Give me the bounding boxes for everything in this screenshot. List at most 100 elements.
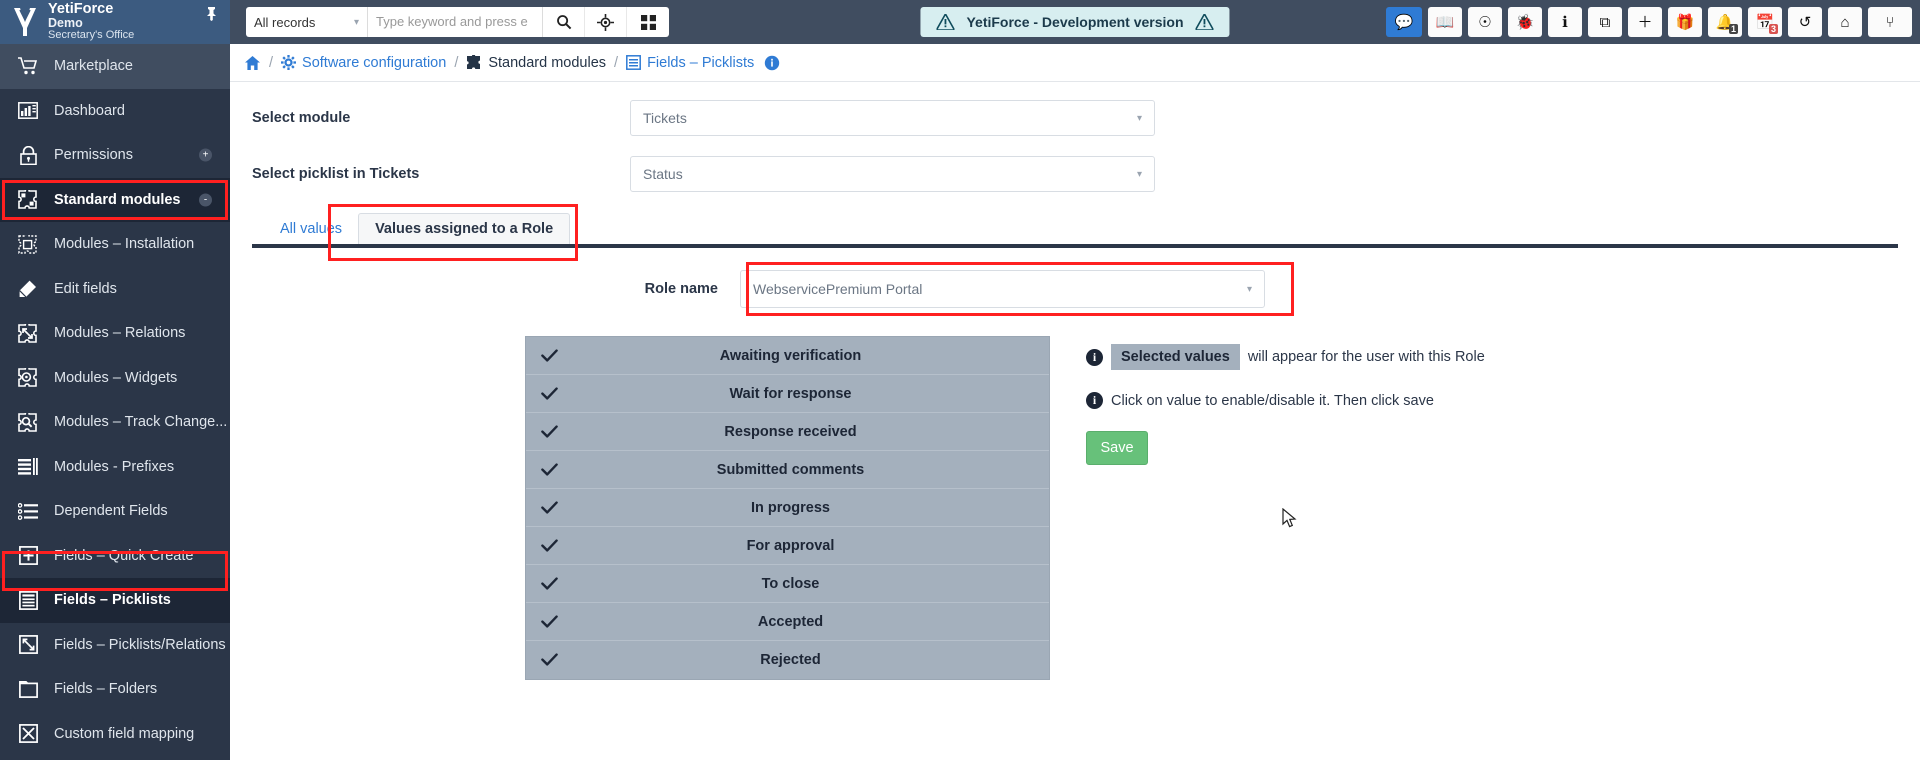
sidebar-item-label: Dependent Fields	[54, 503, 168, 520]
sidebar-item-badge[interactable]: -	[199, 193, 212, 207]
plus-square-icon	[12, 546, 44, 566]
selected-values-chip: Selected values	[1111, 344, 1240, 370]
add-plus-icon-glyph: ＋	[1637, 13, 1653, 31]
picklist-value-row[interactable]: Submitted comments	[526, 451, 1049, 489]
picklist-value-row[interactable]: To close	[526, 565, 1049, 603]
sidebar-item-permissions[interactable]: Permissions +	[0, 133, 230, 178]
list-prefix-icon	[12, 458, 44, 476]
sidebar-item-modules-installation[interactable]: Modules – Installation	[0, 222, 230, 267]
sidebar-item-dashboard[interactable]: Dashboard	[0, 89, 230, 134]
bug-icon[interactable]: 🐞	[1508, 7, 1542, 37]
picklist-value-label: To close	[761, 575, 820, 592]
gift-icon[interactable]: 🎁	[1668, 7, 1702, 37]
puzzle-icon	[12, 190, 44, 210]
sidebar-item-modules-prefixes[interactable]: Modules - Prefixes	[0, 445, 230, 490]
picklist-value-label: In progress	[751, 499, 830, 516]
tab-values-assigned-to-a-role[interactable]: Values assigned to a Role	[358, 213, 571, 244]
sidebar-item-marketplace[interactable]: Marketplace	[0, 44, 230, 89]
picklist-value-row[interactable]: Rejected	[526, 641, 1049, 679]
history-clock-icon[interactable]: ↺	[1788, 7, 1822, 37]
sidebar-item-fields-picklists-relations[interactable]: Fields – Picklists/Relations	[0, 623, 230, 668]
copy-clipboard-icon[interactable]: ⧉	[1588, 7, 1622, 37]
sidebar-item-standard-modules[interactable]: Standard modules -	[0, 177, 230, 222]
sidebar-item-label: Dashboard	[54, 102, 125, 119]
picklist-value-label: Rejected	[760, 652, 821, 668]
sidebar-item-fields-folders[interactable]: Fields – Folders	[0, 667, 230, 712]
select-module-label: Select module	[252, 110, 351, 126]
lifebuoy-support-icon-glyph: ☉	[1478, 13, 1492, 31]
home-icon[interactable]: ⌂	[1828, 7, 1862, 37]
role-name-row: Role name WebservicePremium Portal ▾	[230, 262, 1920, 316]
pin-icon[interactable]	[205, 6, 218, 21]
breadcrumb-item-software-configuration[interactable]: Software configuration	[281, 55, 446, 71]
breadcrumb-separator-1: /	[269, 54, 274, 71]
breadcrumb-item-standard-modules[interactable]: Standard modules	[466, 55, 606, 71]
chat-icon[interactable]: 💬	[1386, 7, 1422, 37]
sidebar-item-edit-fields[interactable]: Edit fields	[0, 267, 230, 312]
lifebuoy-support-icon[interactable]: ☉	[1468, 7, 1502, 37]
picklist-value-label: For approval	[746, 537, 835, 554]
sidebar-item-fields-picklists[interactable]: Fields – Picklists	[0, 578, 230, 623]
role-name-dropdown[interactable]: WebservicePremium Portal ▾	[740, 270, 1265, 308]
notifications-bell-icon[interactable]: 🔔 1	[1708, 7, 1742, 37]
search-input[interactable]: Type keyword and press e	[368, 7, 543, 37]
info-circle-icon[interactable]	[764, 55, 780, 71]
book-icon[interactable]: 📖	[1428, 7, 1462, 37]
selected-values-text: will appear for the user with this Role	[1247, 349, 1485, 365]
field-mapping-icon	[12, 724, 44, 744]
picklist-value-row[interactable]: In progress	[526, 489, 1049, 527]
bug-icon-glyph: 🐞	[1515, 13, 1535, 31]
sidebar-item-fields-quick-create[interactable]: Fields – Quick Create	[0, 534, 230, 579]
user-menu-icon[interactable]: ⑂	[1868, 7, 1912, 37]
records-filter-select[interactable]: All records ▾	[246, 7, 368, 37]
picklist-value-label: Response received	[724, 423, 857, 440]
sidebar-item-label: Fields – Picklists	[54, 592, 171, 609]
breadcrumb-item-fields-picklists[interactable]: Fields – Picklists	[626, 55, 754, 71]
info-icon[interactable]: ℹ	[1548, 7, 1582, 37]
sidebar: YetiForce Demo Secretary's Office Market…	[0, 0, 230, 760]
sidebar-item-label: Edit fields	[54, 280, 117, 297]
grid-apps-icon[interactable]	[627, 7, 669, 37]
crosshair-icon[interactable]	[585, 7, 627, 37]
breadcrumb-label: Standard modules	[488, 54, 607, 71]
sidebar-item-label: Modules – Installation	[54, 236, 195, 253]
picklist-values-list: Awaiting verification Wait for response Re…	[525, 336, 1050, 680]
sidebar-item-label: Modules – Relations	[54, 325, 186, 342]
tab-all-values[interactable]: All values	[264, 214, 358, 244]
sidebar-item-label: Modules – Widgets	[54, 369, 178, 386]
save-button[interactable]: Save	[1086, 431, 1148, 465]
brand-text: YetiForce Demo Secretary's Office	[48, 1, 134, 42]
sidebar-item-menu-configuration[interactable]: Menu - Configuration	[0, 756, 230, 760]
shopping-cart-icon	[12, 57, 44, 75]
sidebar-item-modules-widgets[interactable]: Modules – Widgets	[0, 356, 230, 401]
sidebar-item-dependent-fields[interactable]: Dependent Fields	[0, 489, 230, 534]
picklist-value-row[interactable]: Awaiting verification	[526, 337, 1049, 375]
sidebar-item-badge[interactable]: +	[199, 148, 212, 162]
picklist-value-row[interactable]: Response received	[526, 413, 1049, 451]
picklist-value-row[interactable]: For approval	[526, 527, 1049, 565]
brand-header[interactable]: YetiForce Demo Secretary's Office	[0, 0, 230, 44]
user-menu-icon-glyph: ⑂	[1885, 13, 1895, 31]
top-toolbar: All records ▾ Type keyword and press e Y…	[230, 0, 1920, 44]
notifications-bell-icon-count: 1	[1728, 24, 1738, 34]
check-icon	[526, 386, 572, 401]
sidebar-item-modules-track-change[interactable]: Modules – Track Change...	[0, 400, 230, 445]
picklist-value-row[interactable]: Accepted	[526, 603, 1049, 641]
select-module-dropdown[interactable]: Tickets ▾	[630, 100, 1155, 136]
sidebar-item-label: Modules – Track Change...	[54, 414, 228, 431]
sidebar-item-custom-field-mapping[interactable]: Custom field mapping	[0, 712, 230, 757]
sidebar-item-label: Marketplace	[54, 58, 133, 75]
app-root: YetiForce Demo Secretary's Office Market…	[0, 0, 1920, 760]
add-plus-icon[interactable]: ＋	[1628, 7, 1662, 37]
dashboard-chart-icon	[12, 102, 44, 120]
select-picklist-dropdown[interactable]: Status ▾	[630, 156, 1155, 192]
check-icon	[526, 462, 572, 477]
search-icon[interactable]	[543, 7, 585, 37]
check-icon	[526, 538, 572, 553]
side-info-panel: i Selected values will appear for the us…	[1086, 336, 1566, 680]
calendar-icon[interactable]: 📅 3	[1748, 7, 1782, 37]
home-icon[interactable]	[244, 55, 261, 71]
picklist-value-row[interactable]: Wait for response	[526, 375, 1049, 413]
sidebar-item-modules-relations[interactable]: Modules – Relations	[0, 311, 230, 356]
info-line-click-to-toggle: i Click on value to enable/disable it. T…	[1086, 392, 1566, 409]
